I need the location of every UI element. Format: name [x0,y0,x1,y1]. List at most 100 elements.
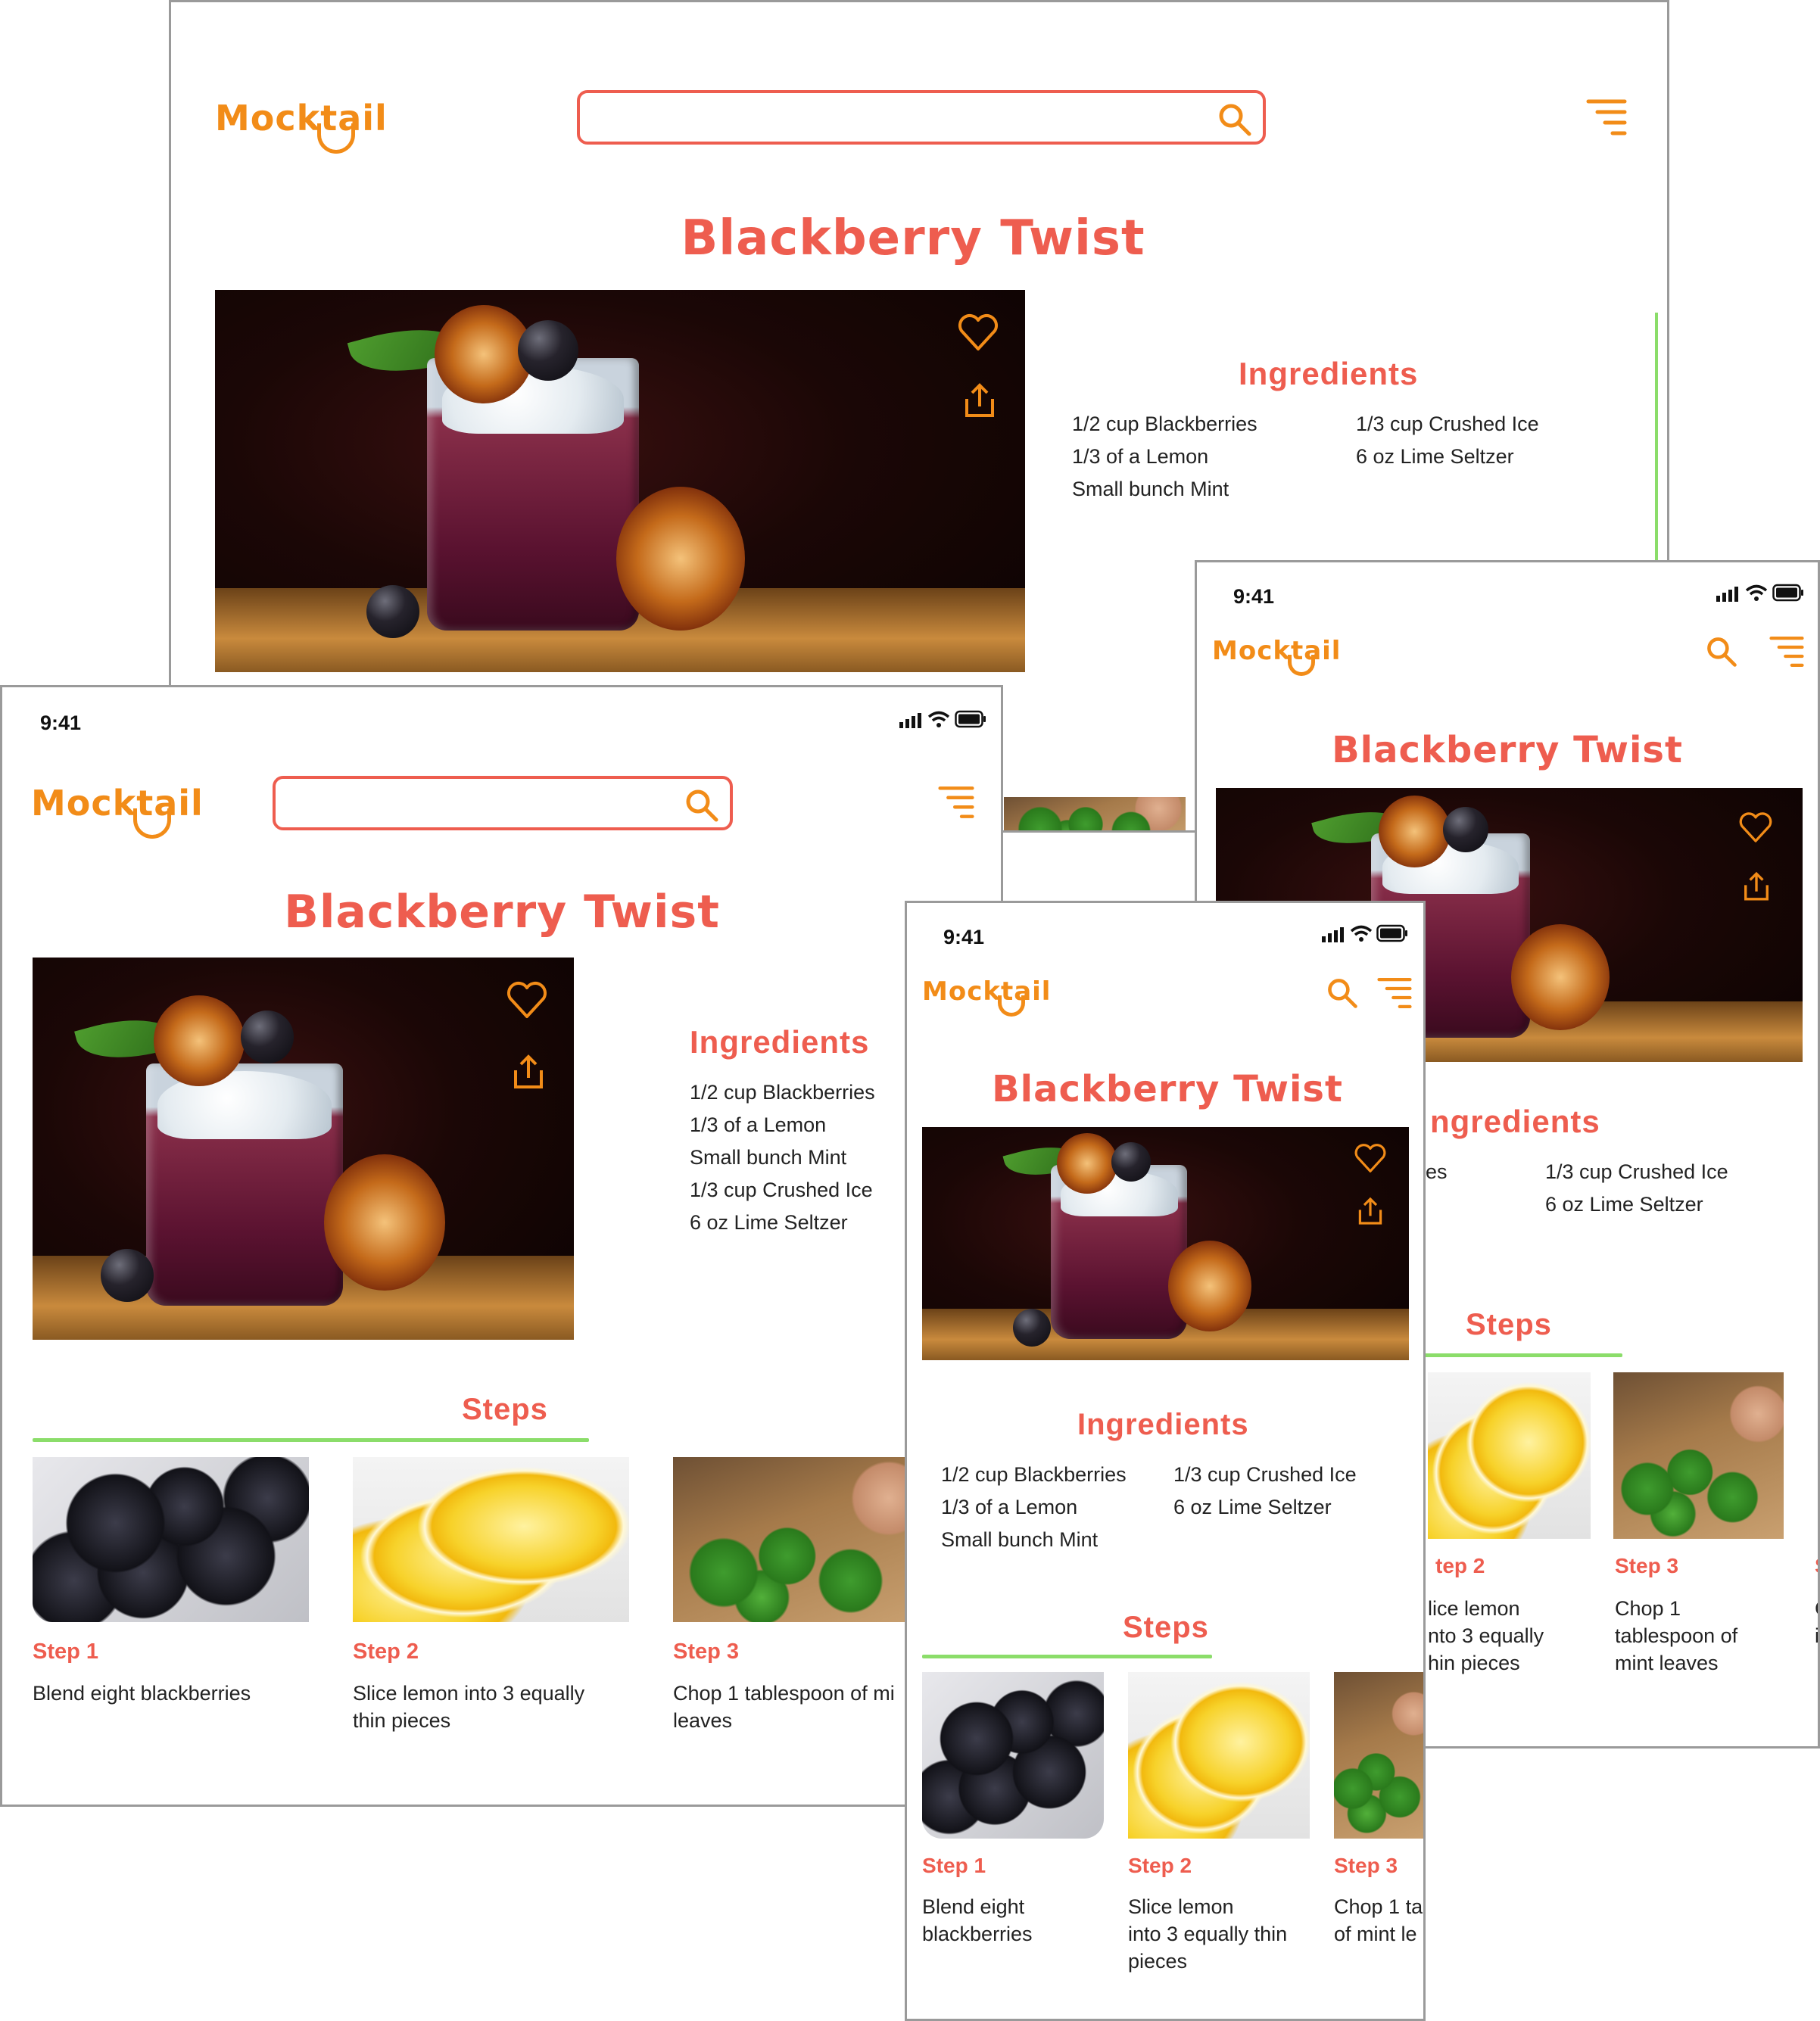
search-input[interactable] [577,90,1266,145]
step-text: Chop 1 ta of mint le [1334,1895,1423,1945]
signal-icon [1716,587,1738,602]
hero-image [33,958,574,1340]
heart-icon[interactable] [1354,1142,1387,1174]
ingredients-heading: Ingredients [690,1024,870,1060]
recipe-title: Blackberry Twist [681,210,1145,266]
step-image [1334,1672,1423,1839]
search-icon[interactable] [1325,976,1360,1011]
steps-heading: Steps [1123,1611,1209,1644]
search-icon[interactable] [1704,634,1739,669]
heart-icon[interactable] [957,313,999,352]
step-image [33,1457,309,1622]
step-image [922,1672,1104,1839]
ingredient-item: 1/3 cup Crushed Ice [1356,413,1539,435]
menu-icon[interactable] [1585,97,1628,138]
wifi-icon [1350,925,1373,942]
tablet-screen: 9:41 Mocktail Blackberry Twist Ingredien… [0,685,1003,1807]
recipe-title: Blackberry Twist [284,886,720,939]
step-image [1428,1372,1591,1539]
menu-icon[interactable] [1769,634,1805,669]
menu-icon[interactable] [937,784,975,821]
share-icon[interactable] [1355,1195,1385,1227]
wifi-icon [927,711,950,727]
ingredients-heading: ngredients [1430,1104,1600,1139]
ingredients-heading: Ingredients [1077,1408,1249,1441]
ingredient-item: 1/3 cup Crushed Ice [1545,1160,1728,1183]
step-label: Step 3 [1615,1554,1679,1577]
step-label: tep 2 [1435,1554,1485,1577]
step-image [1004,797,1186,830]
logo-hook [1288,655,1315,676]
ingredient-item: 1/3 of a Lemon [690,1113,827,1136]
recipe-title: Blackberry Twist [992,1068,1343,1110]
search-icon[interactable] [683,786,721,824]
logo[interactable]: Mocktail [215,101,388,154]
ingredient-item: 1/3 cup Crushed Ice [1173,1463,1357,1486]
logo-text: Mocktail [922,976,1052,1007]
logo[interactable]: Mocktail [31,783,204,839]
phone-screen-front: 9:41 Mocktail Blackberry Twist Ingredien… [905,901,1426,2021]
ingredient-item: 6 oz Lime Seltzer [690,1211,848,1234]
step-image [1128,1672,1310,1839]
battery-icon [1772,584,1803,602]
ingredient-item: 1/2 cup Blackberries [1072,413,1257,435]
heart-icon[interactable] [1738,811,1773,844]
step-text: Chop 1 tablespoon of mint leaves [1615,1597,1738,1674]
ingredient-item: Small bunch Mint [1072,478,1229,500]
steps-heading: Steps [1466,1308,1552,1341]
ingredient-item: 1/3 of a Lemon [941,1496,1078,1518]
share-icon[interactable] [510,1052,547,1091]
ingredient-item: Small bunch Mint [690,1146,847,1169]
step-text: Chop 1 tablespoon of mi leaves [673,1682,895,1732]
wifi-icon [1745,584,1768,601]
step-image [353,1457,629,1622]
step-text: Slice lemon into 3 equally thin pieces [1128,1895,1288,1973]
signal-icon [1322,927,1344,942]
battery-icon [1376,924,1407,942]
steps-divider [1424,1353,1622,1357]
ingredient-item: 1/3 cup Crushed Ice [690,1179,873,1201]
ingredient-item: 1/2 cup Blackberries [941,1463,1127,1486]
steps-divider [922,1655,1212,1658]
ingredients-heading: Ingredients [1239,356,1419,391]
search-input[interactable] [273,776,733,830]
signal-icon [899,713,921,728]
step-label: S [1815,1554,1818,1578]
logo[interactable]: Mocktail [922,976,1052,1017]
step-label: Step 1 [33,1640,99,1664]
recipe-title: Blackberry Twist [1332,729,1683,771]
ingredient-item: 1/3 of a Lemon [1072,445,1209,468]
logo-text: Mocktail [1212,636,1342,666]
ingredient-item: 6 oz Lime Seltzer [1356,445,1514,468]
step-text: Slice lemon into 3 equally thin pieces [353,1682,585,1732]
logo-hook [317,123,355,154]
step-label: Step 3 [673,1640,740,1664]
menu-icon[interactable] [1376,976,1413,1011]
hero-image [922,1127,1409,1360]
share-icon[interactable] [1741,870,1772,903]
step-image [673,1457,927,1622]
logo-text: Mocktail [31,783,204,824]
ingredient-item: 6 oz Lime Seltzer [1545,1193,1703,1216]
step-text: Blend eight blackberries [922,1895,1033,1945]
logo[interactable]: Mocktail [1212,636,1342,676]
step-label: Step 2 [1128,1854,1192,1877]
step-text: lice lemon nto 3 equally hin pieces [1428,1597,1544,1674]
logo-hook [998,995,1025,1017]
search-icon[interactable] [1216,101,1254,139]
battery-icon [955,710,986,728]
status-time: 9:41 [1233,585,1275,608]
ingredient-item: Small bunch Mint [941,1528,1099,1551]
steps-heading: Steps [462,1393,548,1426]
ingredient-item: 6 oz Lime Seltzer [1173,1496,1332,1518]
logo-hook [133,808,171,839]
step-text: C i [1815,1597,1819,1647]
share-icon[interactable] [961,381,999,420]
step-image [1613,1372,1784,1539]
heart-icon[interactable] [506,980,548,1020]
status-time: 9:41 [40,712,82,734]
logo-text: Mocktail [215,98,388,139]
hero-image [215,290,1025,672]
step-text: Blend eight blackberries [33,1682,251,1705]
step-label: Step 2 [353,1640,419,1664]
